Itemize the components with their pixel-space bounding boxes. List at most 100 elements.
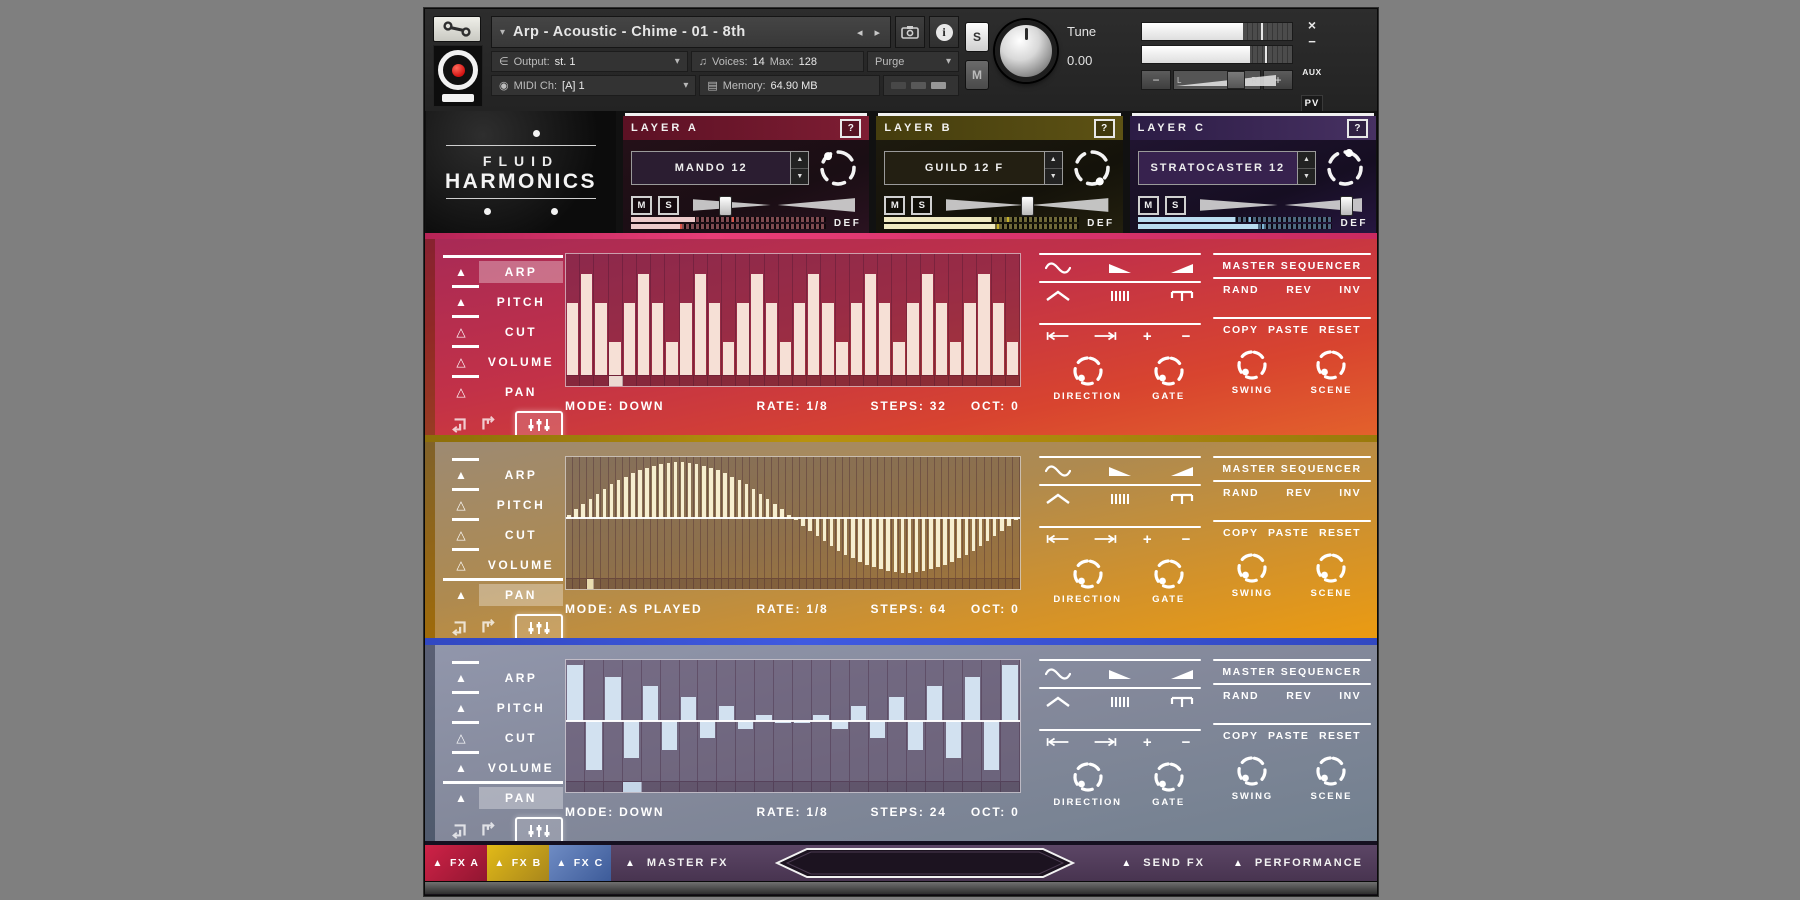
seq-step[interactable] <box>892 254 906 375</box>
tab-performance[interactable]: ▲PERFORMANCE <box>1219 845 1377 881</box>
increase-button[interactable]: + <box>1136 734 1158 750</box>
comb-pattern-icon[interactable] <box>1105 694 1135 710</box>
shift-right-icon[interactable] <box>1090 531 1120 547</box>
swing-knob[interactable]: SWING <box>1232 753 1273 802</box>
seq-step[interactable] <box>828 457 835 578</box>
seq-step[interactable] <box>1001 660 1020 781</box>
seq-step[interactable] <box>658 457 665 578</box>
lane-tab-cut[interactable]: △CUT <box>443 727 563 749</box>
seq-step[interactable] <box>907 660 926 781</box>
seq-step[interactable] <box>566 254 580 375</box>
square-wave-icon[interactable] <box>1167 694 1197 710</box>
seq-step[interactable] <box>585 660 604 781</box>
help-button[interactable]: ? <box>1347 119 1368 138</box>
reset-button[interactable]: RESET <box>1319 730 1361 742</box>
seq-step[interactable] <box>977 254 991 375</box>
copy-button[interactable]: COPY <box>1223 324 1258 336</box>
rate-readout[interactable]: RATE: 1/8 <box>757 805 871 819</box>
lane-tab-arp[interactable]: ▲ARP <box>443 261 563 283</box>
pv-button[interactable]: PV <box>1301 95 1324 112</box>
seq-step[interactable] <box>1013 457 1020 578</box>
reset-button[interactable]: RESET <box>1319 527 1361 539</box>
preset-selector[interactable]: ▾ Arp - Acoustic - Chime - 01 - 8th ◂ ▸ <box>491 16 891 48</box>
patch-down-button[interactable]: ▼ <box>1045 169 1062 185</box>
lane-tab-volume[interactable]: ▲VOLUME <box>443 757 563 779</box>
seq-step[interactable] <box>814 457 821 578</box>
seq-step[interactable] <box>665 457 672 578</box>
tab-fx-b[interactable]: ▲FX B <box>487 845 549 881</box>
seq-step[interactable] <box>885 457 892 578</box>
layer-width-slider[interactable] <box>693 197 855 213</box>
copy-to-next-icon[interactable] <box>479 618 499 638</box>
gate-knob[interactable]: GATE <box>1151 556 1187 605</box>
seq-step[interactable] <box>821 457 828 578</box>
seq-step[interactable] <box>609 457 616 578</box>
seq-step[interactable] <box>604 660 623 781</box>
seq-step[interactable] <box>717 660 736 781</box>
rand-button[interactable]: RAND <box>1223 690 1259 702</box>
triangle-filled-icon[interactable]: ▲ <box>443 791 479 805</box>
gate-knob[interactable]: GATE <box>1151 353 1187 402</box>
seq-step[interactable] <box>821 254 835 375</box>
seq-step[interactable] <box>949 254 963 375</box>
seq-step[interactable] <box>715 457 722 578</box>
seq-step[interactable] <box>594 457 601 578</box>
rand-button[interactable]: RAND <box>1223 284 1259 296</box>
seq-step[interactable] <box>999 457 1006 578</box>
seq-step[interactable] <box>942 457 949 578</box>
seq-step[interactable] <box>899 457 906 578</box>
inv-button[interactable]: INV <box>1339 690 1361 702</box>
step-sequencer-display[interactable] <box>565 456 1021 590</box>
shift-left-icon[interactable] <box>1043 328 1073 344</box>
seq-step[interactable] <box>992 457 999 578</box>
triangle-wave-icon[interactable] <box>1043 491 1073 507</box>
increase-button[interactable]: + <box>1136 531 1158 547</box>
triangle-filled-icon[interactable]: ▲ <box>443 588 479 602</box>
seq-step[interactable] <box>708 457 715 578</box>
paste-button[interactable]: PASTE <box>1268 527 1309 539</box>
seq-step[interactable] <box>944 660 963 781</box>
seq-step[interactable] <box>651 254 665 375</box>
seq-step[interactable] <box>601 457 608 578</box>
def-button[interactable]: DEF <box>1087 218 1115 229</box>
seq-step[interactable] <box>729 457 736 578</box>
seq-step[interactable] <box>850 660 869 781</box>
layer-volume-knob[interactable] <box>1322 145 1368 191</box>
layer-mute-button[interactable]: M <box>631 196 652 215</box>
patch-selector[interactable]: MANDO 12 ▲▼ <box>631 151 809 185</box>
minimize-icon[interactable]: − <box>1308 37 1316 47</box>
seq-step[interactable] <box>573 457 580 578</box>
seq-step[interactable] <box>850 457 857 578</box>
mode-readout[interactable]: MODE: DOWN <box>565 399 757 413</box>
triangle-filled-icon[interactable]: ▲ <box>443 701 479 715</box>
sine-wave-icon[interactable] <box>1043 260 1073 276</box>
lane-tab-volume[interactable]: △VOLUME <box>443 351 563 373</box>
tab-send-fx[interactable]: ▲SEND FX <box>1107 845 1219 881</box>
seq-step[interactable] <box>921 254 935 375</box>
help-button[interactable]: ? <box>1094 119 1115 138</box>
edit-wrench-button[interactable] <box>433 16 481 42</box>
solo-button[interactable]: S <box>965 22 989 52</box>
seq-step[interactable] <box>928 457 935 578</box>
copy-to-prev-icon[interactable] <box>449 415 469 435</box>
swing-knob[interactable]: SWING <box>1232 347 1273 396</box>
scene-knob[interactable]: SCENE <box>1311 550 1353 599</box>
patch-up-button[interactable]: ▲ <box>791 152 808 169</box>
seq-step[interactable] <box>793 457 800 578</box>
decrease-button[interactable]: − <box>1175 734 1197 750</box>
seq-step[interactable] <box>580 254 594 375</box>
triangle-filled-icon[interactable]: ▲ <box>443 468 479 482</box>
steps-readout[interactable]: STEPS: 32 <box>871 399 971 413</box>
seq-step[interactable] <box>680 457 687 578</box>
oct-readout[interactable]: OCT: 0 <box>971 805 1021 819</box>
comb-pattern-icon[interactable] <box>1105 288 1135 304</box>
seq-step[interactable] <box>970 457 977 578</box>
oct-readout[interactable]: OCT: 0 <box>971 399 1021 413</box>
copy-to-next-icon[interactable] <box>479 415 499 435</box>
mode-readout[interactable]: MODE: AS PLAYED <box>565 602 757 616</box>
triangle-wave-icon[interactable] <box>1043 694 1073 710</box>
step-sequencer-display[interactable] <box>565 253 1021 387</box>
snapshot-camera-button[interactable] <box>895 16 925 48</box>
tab-fx-a[interactable]: ▲FX A <box>425 845 487 881</box>
seq-step[interactable] <box>878 254 892 375</box>
